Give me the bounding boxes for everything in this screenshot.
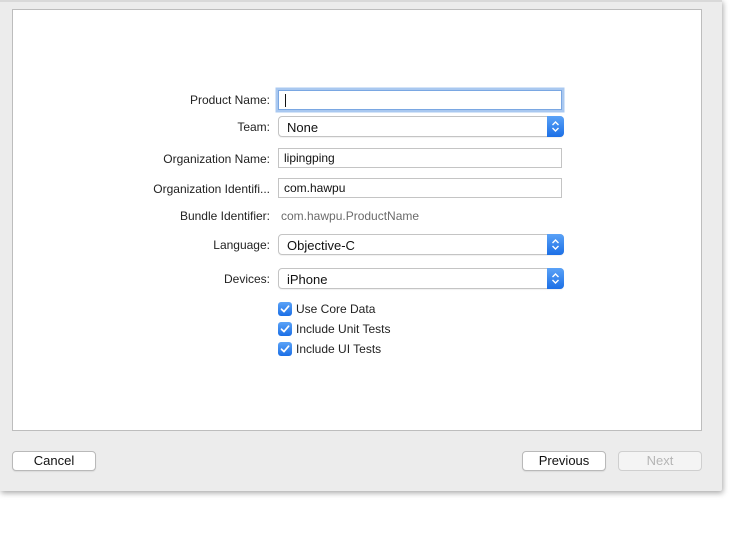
cancel-button[interactable]: Cancel (12, 451, 96, 471)
team-popup-value: None (287, 120, 319, 135)
use-core-data-label: Use Core Data (296, 302, 376, 316)
updown-arrows-icon (547, 268, 564, 289)
project-options-panel: Product Name: Team: None Organization Na… (12, 9, 702, 431)
organization-name-field[interactable]: lipingping (278, 148, 562, 168)
organization-name-value: lipingping (284, 151, 335, 165)
include-ui-tests-label: Include UI Tests (296, 342, 382, 356)
product-name-field[interactable] (278, 90, 562, 110)
checkmark-icon (278, 322, 292, 336)
devices-label: Devices: (223, 272, 270, 286)
organization-name-label: Organization Name: (163, 152, 270, 166)
team-label: Team: (237, 120, 270, 134)
previous-button[interactable]: Previous (522, 451, 606, 471)
updown-arrows-icon (547, 234, 564, 255)
new-project-sheet: Product Name: Team: None Organization Na… (0, 0, 722, 491)
language-label: Language: (213, 238, 270, 252)
language-popup[interactable]: Objective-C (278, 234, 564, 255)
team-popup[interactable]: None (278, 116, 564, 137)
bundle-identifier-label: Bundle Identifier: (179, 209, 270, 223)
next-button[interactable]: Next (618, 451, 702, 471)
devices-popup-value: iPhone (287, 272, 328, 287)
include-unit-tests-label: Include Unit Tests (296, 322, 391, 336)
checkmark-icon (278, 342, 292, 356)
organization-identifier-value: com.hawpu (284, 181, 346, 195)
organization-identifier-label: Organization Identifi... (153, 182, 270, 196)
language-popup-value: Objective-C (287, 238, 355, 253)
text-caret (285, 94, 286, 107)
checkmark-icon (278, 302, 292, 316)
sheet-top-border (0, 0, 722, 2)
product-name-label: Product Name: (189, 93, 270, 107)
organization-identifier-field[interactable]: com.hawpu (278, 178, 562, 198)
devices-popup[interactable]: iPhone (278, 268, 564, 289)
updown-arrows-icon (547, 116, 564, 137)
bundle-identifier-value: com.hawpu.ProductName (281, 209, 420, 223)
